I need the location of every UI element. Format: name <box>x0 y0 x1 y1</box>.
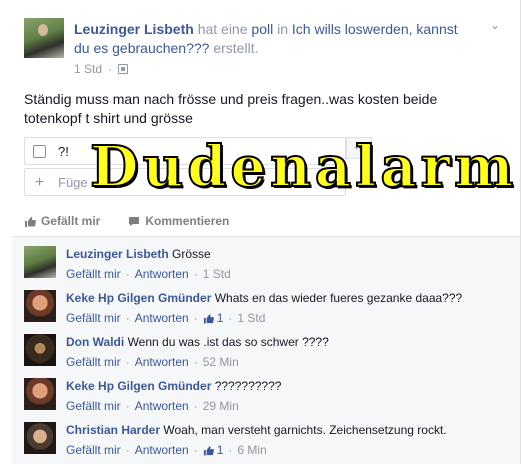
author-avatar[interactable] <box>24 18 64 58</box>
group-audience-icon[interactable] <box>118 64 129 74</box>
comment-meta: Gefällt mir · Antworten · 52 Min <box>66 354 239 370</box>
plus-icon: + <box>34 173 45 191</box>
comment-reply-link[interactable]: Antworten <box>135 266 189 282</box>
post-actions: Gefällt mir Kommentieren <box>24 214 229 228</box>
avatar[interactable] <box>24 334 56 366</box>
comment-reply-link[interactable]: Antworten <box>135 442 189 458</box>
comment-text: Whats en das wieder fueres gezanke daaa?… <box>214 291 463 305</box>
comments-section: Leuzinger Lisbeth Grösse Gefällt mir · An… <box>12 236 521 464</box>
like-count[interactable]: 1 <box>203 442 224 458</box>
avatar[interactable] <box>24 422 56 454</box>
header-text-2: in <box>277 21 288 37</box>
comment-body: Keke Hp Gilgen Gmünder Whats en das wied… <box>66 290 516 326</box>
comment-time[interactable]: 52 Min <box>203 354 239 370</box>
comment-reply-link[interactable]: Antworten <box>135 310 189 326</box>
avatar[interactable] <box>24 246 56 278</box>
like-count-value: 1 <box>216 443 224 457</box>
comment-meta: Gefällt mir · Antworten · 1 · 6 Min <box>66 442 267 458</box>
comment-text: ?????????? <box>214 379 282 393</box>
comment-meta: Gefällt mir · Antworten · 1 · 1 Std <box>66 310 266 326</box>
comment-author[interactable]: Don Waldi <box>66 335 124 349</box>
comment-reply-link[interactable]: Antworten <box>135 354 189 370</box>
avatar[interactable] <box>24 378 56 410</box>
dudenalarm-overlay: Dudenalarm! <box>89 133 521 201</box>
comment-reply-link[interactable]: Antworten <box>135 398 189 414</box>
chevron-down-icon[interactable]: ⌄ <box>490 18 500 32</box>
comment-author[interactable]: Keke Hp Gilgen Gmünder <box>66 291 211 305</box>
comment-body: Keke Hp Gilgen Gmünder ?????????? Gefäll… <box>66 378 516 414</box>
comment-time[interactable]: 1 Std <box>203 266 231 282</box>
comment-like-link[interactable]: Gefällt mir <box>66 442 121 458</box>
poll-checkbox[interactable] <box>33 144 46 158</box>
comment-meta: Gefällt mir · Antworten · 1 Std <box>66 266 231 282</box>
like-button[interactable]: Gefällt mir <box>24 214 100 228</box>
comment-button[interactable]: Kommentieren <box>128 214 229 228</box>
comment-time[interactable]: 29 Min <box>203 398 239 414</box>
like-count[interactable]: 1 <box>203 310 224 326</box>
comment-author[interactable]: Leuzinger Lisbeth <box>66 247 169 261</box>
thumbs-up-icon <box>203 445 214 456</box>
poll-link[interactable]: poll <box>251 21 273 37</box>
post-timestamp[interactable]: 1 Std <box>74 62 102 76</box>
comment-like-link[interactable]: Gefällt mir <box>66 398 121 414</box>
comment-body: Christian Harder Woah, man versteht garn… <box>66 422 516 458</box>
comment-label: Kommentieren <box>145 214 230 228</box>
comment-like-link[interactable]: Gefällt mir <box>66 354 121 370</box>
author-link[interactable]: Leuzinger Lisbeth <box>74 21 194 37</box>
comment-body: Leuzinger Lisbeth Grösse Gefällt mir · An… <box>66 246 516 282</box>
like-label: Gefällt mir <box>41 214 101 228</box>
comment-time[interactable]: 1 Std <box>237 310 265 326</box>
comment-body: Don Waldi Wenn du was .ist das so schwer… <box>66 334 516 370</box>
like-count-value: 1 <box>216 311 224 325</box>
post-text: Ständig muss man nach frösse und preis f… <box>24 91 438 126</box>
comment-text: Wenn du was .ist das so schwer ???? <box>127 335 329 349</box>
post-meta: 1 Std · <box>74 62 129 76</box>
post-header: Leuzinger Lisbeth hat eine poll in Ich w… <box>74 20 474 58</box>
thumbs-up-icon <box>203 313 214 324</box>
comment-icon <box>129 216 140 226</box>
post-card: Leuzinger Lisbeth hat eine poll in Ich w… <box>0 0 521 236</box>
header-text-1: hat eine <box>197 21 248 37</box>
poll-add-placeholder: Füge <box>58 174 88 190</box>
comment-text: Grösse <box>172 247 211 261</box>
dot-separator: · <box>108 62 113 76</box>
comment-like-link[interactable]: Gefällt mir <box>66 310 121 326</box>
comment-author[interactable]: Christian Harder <box>66 423 160 437</box>
comment-text: Woah, man versteht garnichts. Zeichenset… <box>163 423 447 437</box>
header-text-3: erstellt. <box>213 40 259 56</box>
poll-option-label: ?! <box>58 143 69 159</box>
comment-time[interactable]: 6 Min <box>237 442 266 458</box>
comment-like-link[interactable]: Gefällt mir <box>66 266 121 282</box>
comment-meta: Gefällt mir · Antworten · 29 Min <box>66 398 239 414</box>
comment-author[interactable]: Keke Hp Gilgen Gmünder <box>66 379 211 393</box>
thumbs-up-icon <box>25 216 36 227</box>
avatar[interactable] <box>24 290 56 322</box>
